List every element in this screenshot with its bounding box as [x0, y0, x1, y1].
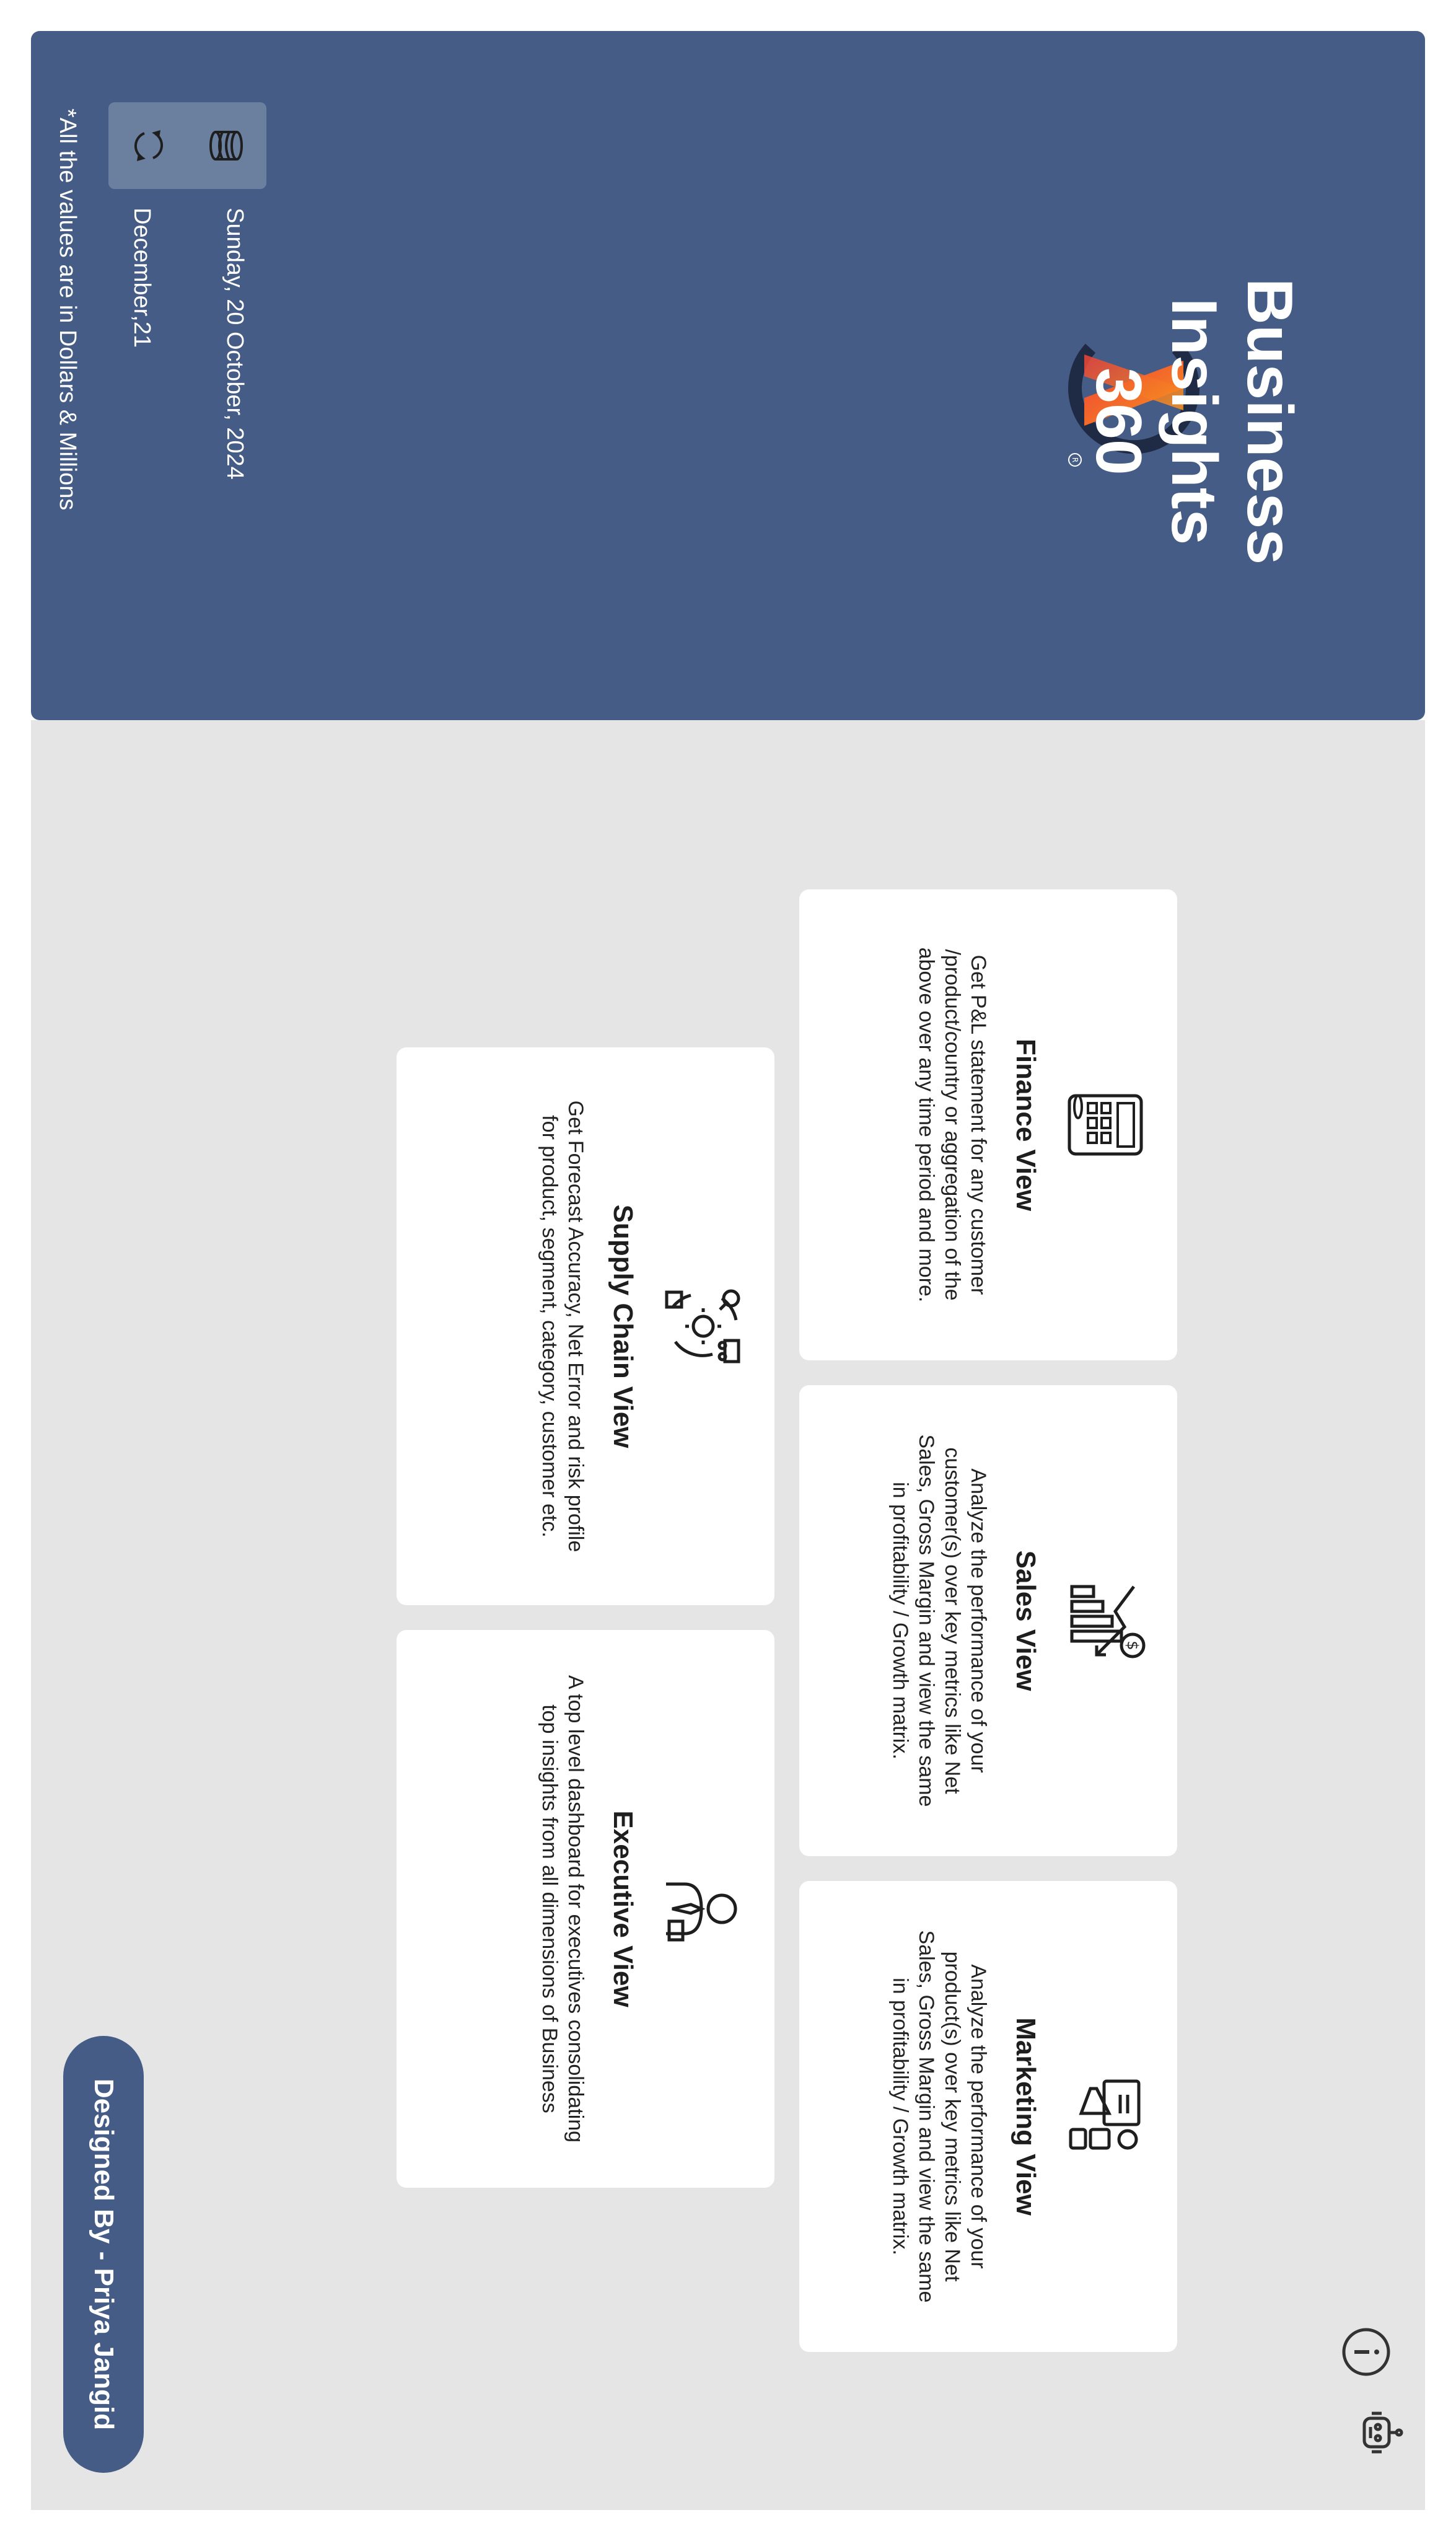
executive-view-title: Executive View	[608, 1810, 638, 2007]
marketing-view-card[interactable]: Marketing View Analyze the performance o…	[799, 1881, 1177, 2352]
supply-chain-view-title: Supply Chain View	[608, 1204, 638, 1448]
finance-view-description: Get P&L statement for any customer /prod…	[914, 947, 990, 1303]
header-banner: R Business Insights 360 Sunday, 20 Octob…	[31, 31, 1425, 720]
marketing-view-title: Marketing View	[1011, 2017, 1041, 2216]
sales-view-description: Analyze the performance of your customer…	[888, 1434, 990, 1807]
report-page: R Business Insights 360 Sunday, 20 Octob…	[0, 0, 1456, 2541]
finance-view-card[interactable]: Finance View Get P&L statement for any c…	[799, 889, 1177, 1360]
executive-icon	[657, 1862, 750, 1955]
content-area	[31, 720, 1425, 2510]
chatbot-icon[interactable]	[1351, 2405, 1406, 2460]
sales-chart-icon: $	[1059, 1574, 1152, 1667]
data-table-icon[interactable]	[204, 124, 248, 167]
executive-view-card[interactable]: Executive View A top level dashboard for…	[397, 1630, 774, 2188]
units-note: *All the values are in Dollars & Million…	[55, 108, 81, 511]
title-line-1: Business Insights	[1158, 278, 1305, 565]
marketing-megaphone-icon	[1059, 2070, 1152, 2163]
finance-view-title: Finance View	[1011, 1039, 1041, 1211]
supply-chain-view-description: Get Forecast Accuracy, Net Error and ris…	[538, 1100, 587, 1552]
supply-chain-view-card[interactable]: Supply Chain View Get Forecast Accuracy,…	[397, 1047, 774, 1605]
title-line-2: 360	[1082, 368, 1154, 475]
toolbar	[108, 102, 266, 189]
svg-text:R: R	[1071, 457, 1079, 462]
page-title: Business Insights 360	[1081, 155, 1307, 688]
report-date: Sunday, 20 October, 2024	[222, 208, 248, 480]
marketing-view-description: Analyze the performance of your product(…	[888, 1930, 990, 2303]
executive-view-description: A top level dashboard for executives con…	[538, 1675, 587, 2143]
finance-calculator-icon	[1059, 1078, 1152, 1171]
refresh-icon[interactable]	[127, 124, 170, 167]
info-icon[interactable]	[1338, 2324, 1394, 2380]
sales-view-card[interactable]: $ Sales View Analyze the performance of …	[799, 1385, 1177, 1856]
supply-chain-icon	[657, 1280, 750, 1373]
designed-by-button[interactable]: Designed By - Priya Jangid	[63, 2036, 144, 2473]
report-period: December,21	[129, 208, 155, 348]
sales-view-title: Sales View	[1011, 1550, 1041, 1691]
svg-text:$: $	[1124, 1640, 1141, 1650]
